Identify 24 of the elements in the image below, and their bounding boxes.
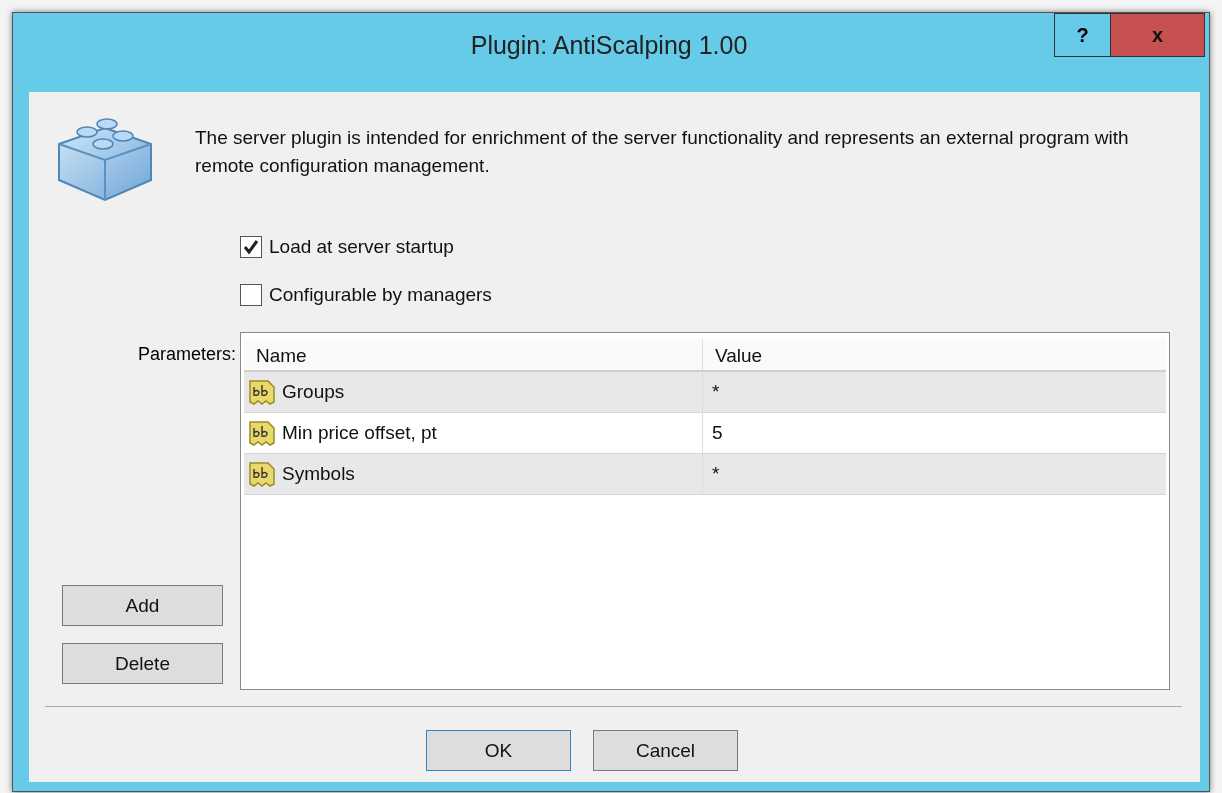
cancel-button[interactable]: Cancel — [593, 730, 738, 771]
checkbox-label: Load at server startup — [269, 236, 454, 258]
parameters-label: Parameters: — [137, 344, 236, 365]
delete-button[interactable]: Delete — [62, 643, 223, 684]
checkbox-label: Configurable by managers — [269, 284, 492, 306]
close-button[interactable]: x — [1111, 13, 1205, 57]
table-cell: Min price offset, pt — [282, 422, 437, 444]
add-button[interactable]: Add — [62, 585, 223, 626]
text-parameter-icon — [248, 378, 276, 406]
text-parameter-icon — [248, 419, 276, 447]
column-header[interactable]: Value — [703, 339, 1166, 370]
checkbox[interactable] — [240, 284, 262, 306]
column-header[interactable]: Name — [244, 339, 703, 370]
help-button[interactable]: ? — [1054, 13, 1111, 57]
table-cell: * — [712, 463, 720, 485]
table-cell: * — [712, 381, 720, 403]
table-cell: Groups — [282, 381, 345, 403]
text-parameter-icon — [248, 460, 276, 488]
table-cell: Symbols — [282, 463, 355, 485]
description-text: The server plugin is intended for enrichment of the server functionality and represents an external program with remote configuration management. — [195, 126, 1130, 178]
checkbox[interactable] — [240, 236, 262, 258]
ok-button[interactable]: OK — [426, 730, 571, 771]
window-title: Plugin: AntiScalping 1.00 — [469, 30, 749, 60]
table-cell: 5 — [712, 422, 723, 444]
